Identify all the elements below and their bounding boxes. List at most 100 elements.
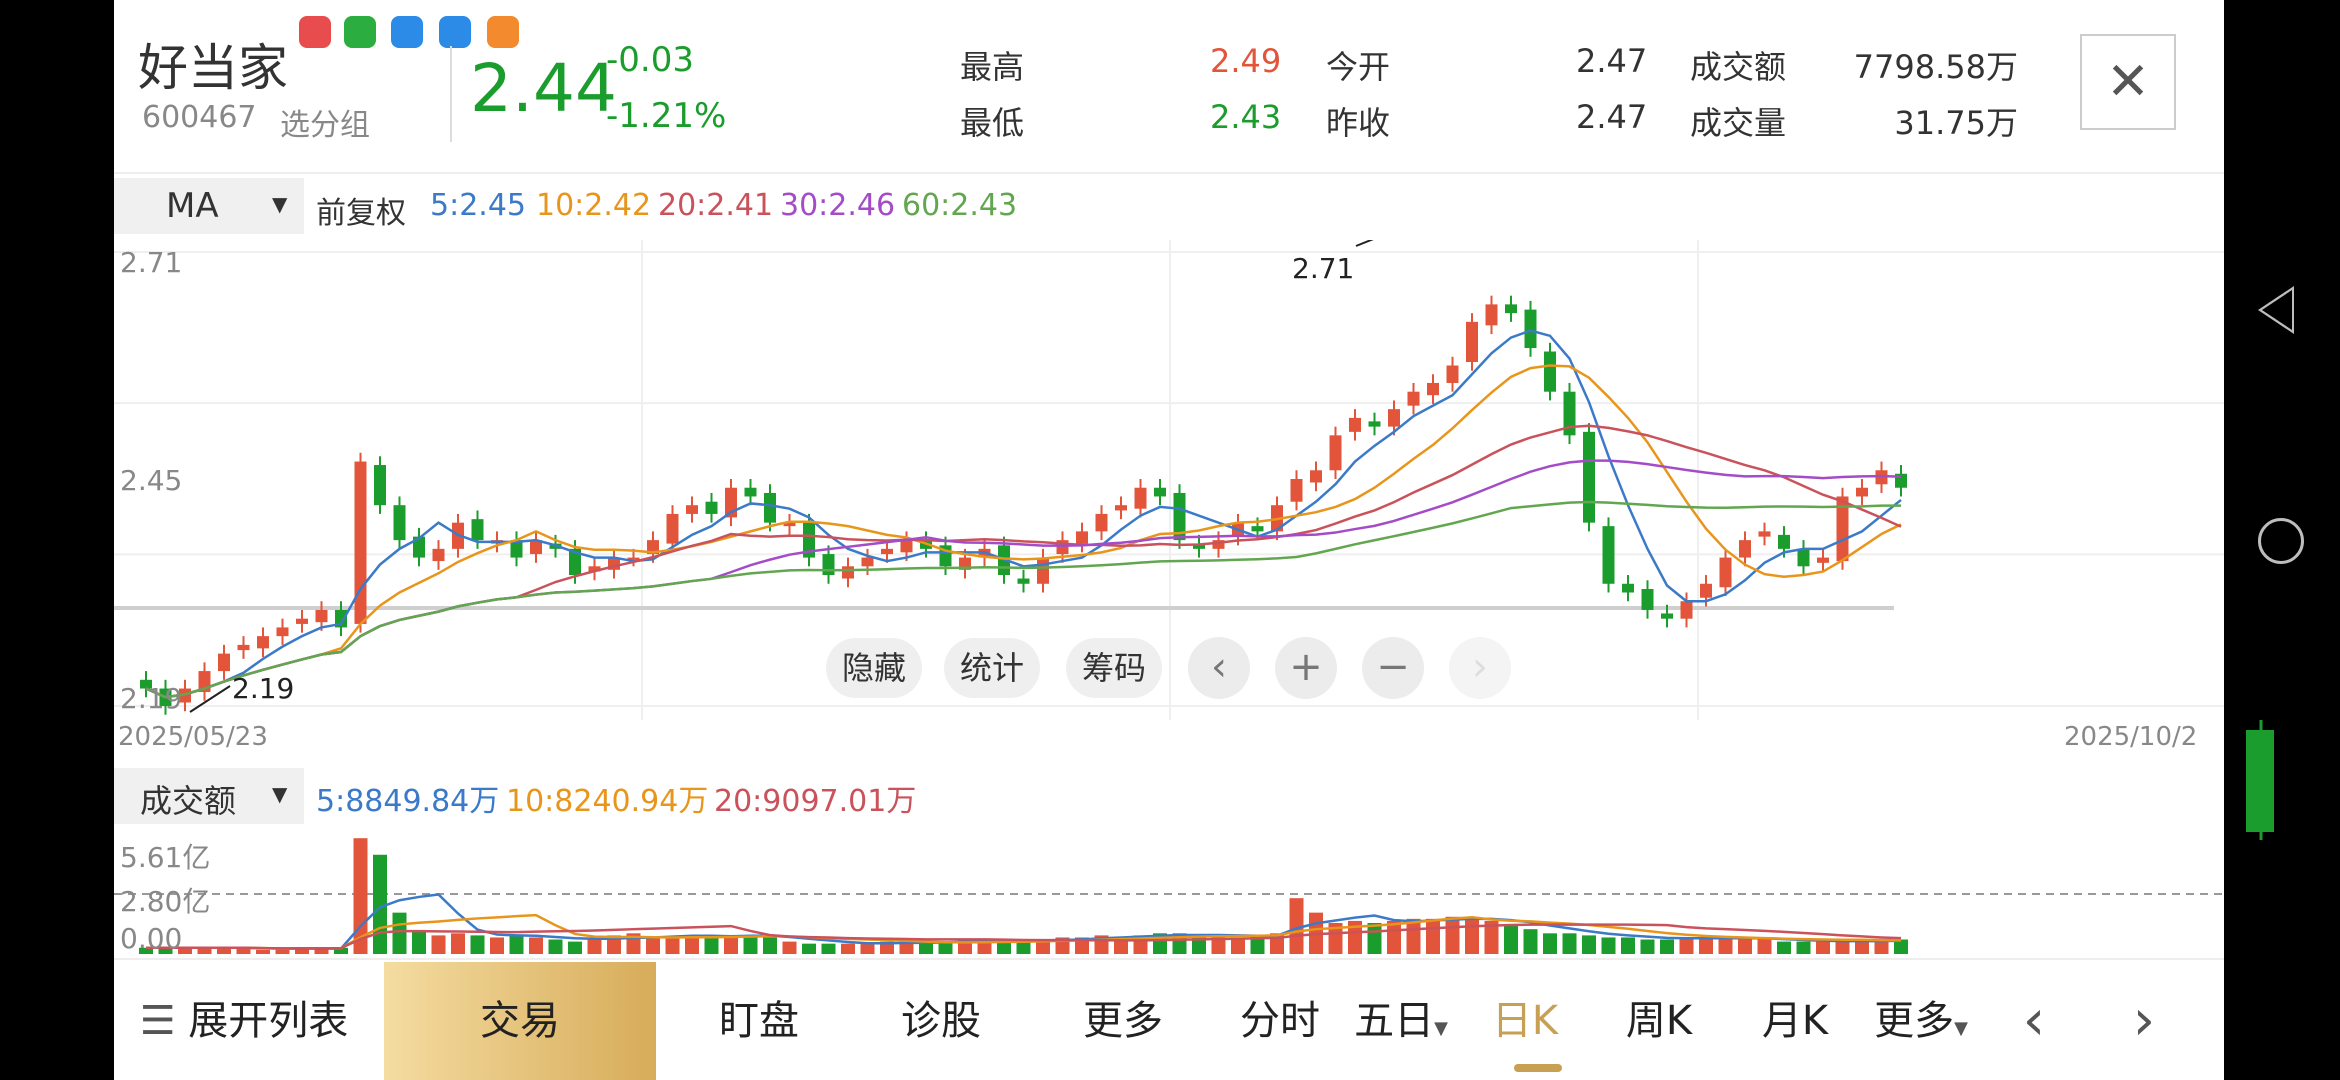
- tab-five-day[interactable]: 五日▼: [1346, 962, 1456, 1080]
- candle-body: [1329, 435, 1342, 471]
- stock-name: 好当家: [138, 39, 288, 97]
- candle-body: [900, 540, 913, 553]
- candle-body: [1154, 487, 1166, 497]
- tab-next-button[interactable]: ›: [2104, 962, 2184, 1080]
- more-right-label: 更多: [1874, 998, 1955, 1044]
- volume-dropdown-icon: ▼: [272, 782, 288, 806]
- more-right-dropdown-icon: ▼: [1954, 1018, 1968, 1039]
- tab-more-right[interactable]: 更多▼: [1866, 962, 1976, 1080]
- candle-body: [1680, 601, 1693, 619]
- volume-bar: [275, 949, 290, 954]
- tab-prev-button[interactable]: ‹: [1994, 962, 2074, 1080]
- volume-bar: [802, 943, 816, 954]
- friends-share-icon[interactable]: [487, 16, 519, 48]
- list-icon: ☰: [139, 998, 176, 1044]
- candle-body: [1485, 304, 1498, 326]
- tab-watch[interactable]: 盯盘: [684, 962, 834, 1080]
- volume-bar: [412, 931, 426, 954]
- candle-body: [1856, 487, 1868, 497]
- nav-home-icon[interactable]: [2258, 518, 2304, 564]
- max-price-annotation: 2.71: [1292, 252, 1355, 285]
- scroll-right-button[interactable]: ›: [1449, 637, 1511, 699]
- expand-list-label: 展开列表: [188, 998, 349, 1044]
- candle-body: [1349, 417, 1361, 432]
- tab-weekly-k[interactable]: 周K: [1604, 962, 1714, 1080]
- huawei-share-icon[interactable]: [299, 16, 331, 48]
- ma10-value: 10:2.42: [536, 188, 652, 223]
- tab-more-left[interactable]: 更多: [1048, 962, 1198, 1080]
- low-value: 2.43: [1210, 98, 1282, 136]
- volume-bar: [431, 935, 446, 954]
- date-end: 2025/10/2: [2064, 722, 2198, 752]
- cloud-share-alt-icon[interactable]: [439, 16, 471, 48]
- volume-bar: [1816, 941, 1830, 954]
- volume-bar: [1016, 941, 1031, 954]
- vol-ma20-value: 20:9097.01万: [714, 784, 917, 819]
- stats-button[interactable]: 统计: [944, 638, 1040, 698]
- indicator-selector[interactable]: MA ▼: [114, 178, 304, 234]
- max-annot-line: [1355, 240, 1374, 247]
- tab-trade[interactable]: 交易: [384, 962, 656, 1080]
- volume-bar: [1523, 929, 1538, 954]
- volume-indicator-type: 成交额: [140, 782, 237, 820]
- vol-ma5-value: 5:8849.84万: [316, 784, 500, 819]
- volume-bar: [1621, 937, 1635, 954]
- volume-bar: [256, 949, 270, 954]
- candle-body: [393, 505, 406, 541]
- ma30-value: 30:2.46: [780, 188, 896, 223]
- amount-value: 7798.58万: [1853, 48, 2018, 86]
- prev-close-label: 昨收: [1326, 104, 1391, 142]
- candle-body: [1817, 557, 1829, 563]
- volume-bar: [1543, 933, 1557, 954]
- chevron-right-icon: ›: [1472, 644, 1488, 690]
- tab-daily-k[interactable]: 日K: [1470, 962, 1580, 1080]
- candle-body: [1037, 557, 1049, 584]
- hide-button[interactable]: 隐藏: [826, 638, 922, 698]
- scroll-left-button[interactable]: ‹: [1188, 637, 1250, 699]
- candle-body: [842, 566, 854, 579]
- candle-body: [1017, 578, 1030, 584]
- volume-bar: [860, 943, 875, 954]
- volume-bar: [1465, 918, 1479, 954]
- zoom-out-button[interactable]: −: [1362, 637, 1424, 699]
- current-price: 2.44: [470, 50, 617, 127]
- volume-ma-lines: [146, 893, 1902, 950]
- tab-intraday[interactable]: 分时: [1220, 962, 1340, 1080]
- y-axis-mid: 2.45: [120, 464, 183, 497]
- tab-monthly-k[interactable]: 月K: [1740, 962, 1850, 1080]
- candle-body: [1407, 391, 1420, 406]
- candle-body: [1427, 382, 1439, 396]
- candle-body: [1134, 487, 1147, 509]
- ma5-value: 5:2.45: [430, 188, 526, 223]
- volume-value: 31.75万: [1894, 104, 2018, 142]
- volume-indicator-selector[interactable]: 成交额 ▼: [114, 768, 304, 824]
- indicator-type: MA: [166, 186, 219, 226]
- volume-bar: [490, 937, 504, 954]
- candle-body: [315, 609, 328, 623]
- chevron-left-icon: ‹: [1211, 644, 1227, 690]
- volume-bar: [646, 937, 660, 954]
- select-group-link[interactable]: 选分组: [280, 100, 370, 144]
- overflow-candles: [2246, 720, 2274, 840]
- volume-bar: [1562, 933, 1577, 954]
- volume-bar: [1504, 925, 1518, 954]
- candle-body: [1583, 431, 1595, 523]
- expand-list-button[interactable]: ☰ 展开列表: [114, 962, 374, 1080]
- chips-button[interactable]: 筹码: [1066, 638, 1162, 698]
- vol-y-top: 5.61亿: [120, 841, 211, 874]
- nav-back-inner: [2262, 290, 2292, 330]
- candle-body: [276, 627, 289, 637]
- zoom-in-button[interactable]: +: [1275, 637, 1337, 699]
- close-button[interactable]: ✕: [2080, 34, 2176, 130]
- cloud-share-icon[interactable]: [391, 16, 423, 48]
- kline-chart[interactable]: [114, 240, 2224, 720]
- candle-body: [764, 492, 776, 523]
- minus-icon: −: [1376, 644, 1410, 690]
- candle-body: [1739, 540, 1751, 558]
- candle-body: [218, 653, 230, 672]
- volume-chart[interactable]: [114, 826, 2224, 958]
- tab-diagnose[interactable]: 诊股: [866, 962, 1016, 1080]
- adjust-mode[interactable]: 前复权: [316, 188, 406, 232]
- wechat-icon[interactable]: [344, 16, 376, 48]
- vol-y-bottom: 0.00: [120, 922, 183, 955]
